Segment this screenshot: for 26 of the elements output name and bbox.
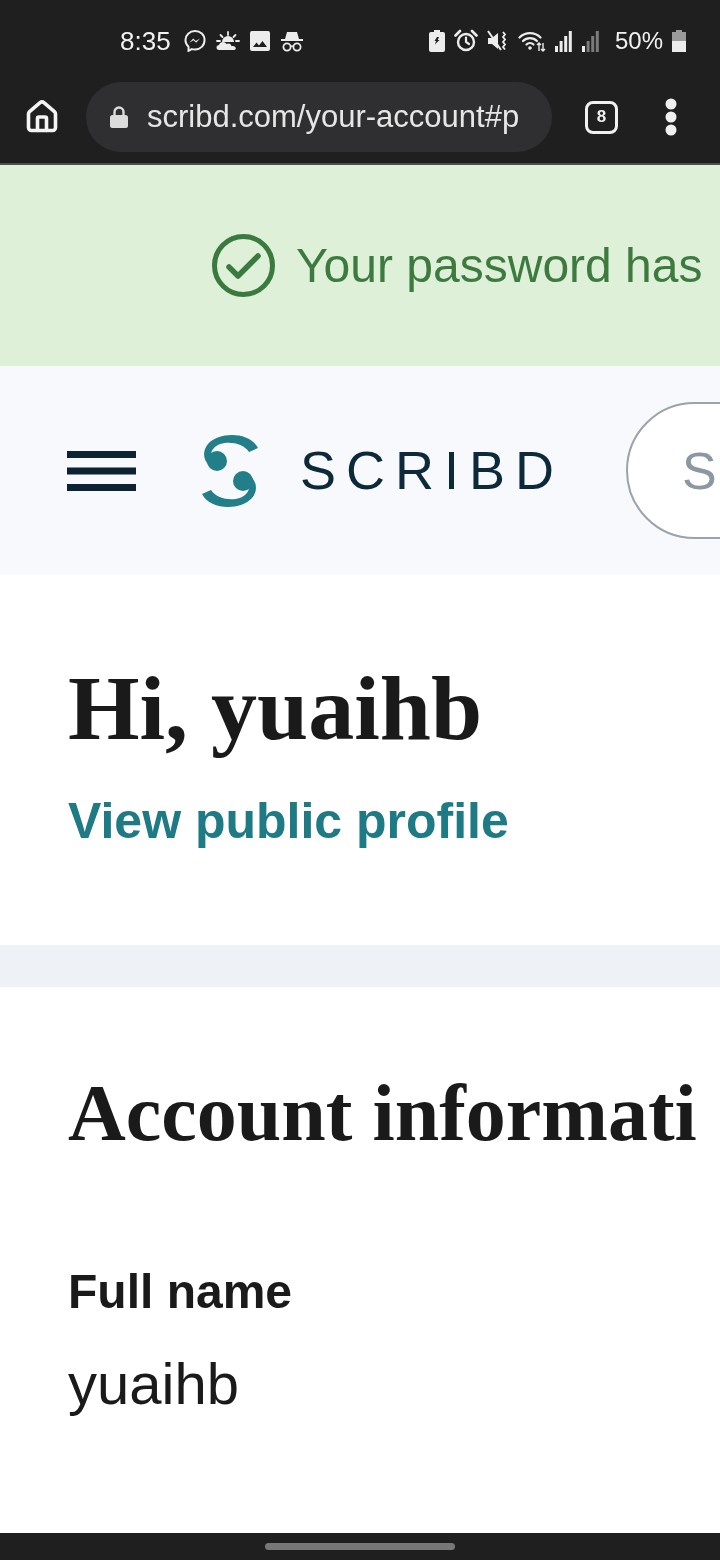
menu-icon[interactable] — [67, 450, 136, 491]
signal-icon — [581, 30, 600, 52]
tab-count-button[interactable]: 8 — [585, 100, 618, 134]
section-heading: Account informati — [68, 1073, 697, 1153]
logo-wordmark[interactable]: SCRIBD — [300, 440, 565, 501]
battery-percentage: 50% — [614, 29, 663, 53]
more-menu-icon[interactable] — [665, 98, 677, 136]
alarm-clock-icon — [453, 29, 478, 53]
search-field[interactable]: S — [626, 402, 720, 539]
status-time: 8:35 — [120, 28, 171, 54]
mute-vibrate-icon — [486, 29, 509, 53]
wifi-icon — [517, 30, 546, 52]
address-bar[interactable]: scribd.com/your-account#p — [86, 82, 552, 152]
sun-cloud-icon — [215, 31, 240, 51]
home-icon[interactable] — [24, 99, 60, 135]
signal-icon — [554, 30, 573, 52]
messenger-icon — [183, 30, 206, 52]
view-profile-link[interactable]: View public profile — [68, 796, 509, 846]
check-circle-icon — [212, 234, 275, 297]
image-icon — [249, 31, 270, 51]
success-message: Your password has — [296, 237, 703, 294]
battery-icon — [672, 30, 686, 52]
battery-saver-icon — [428, 30, 445, 52]
field-label: Full name — [68, 1268, 293, 1316]
lock-icon — [110, 106, 128, 128]
incognito-icon — [279, 30, 304, 52]
